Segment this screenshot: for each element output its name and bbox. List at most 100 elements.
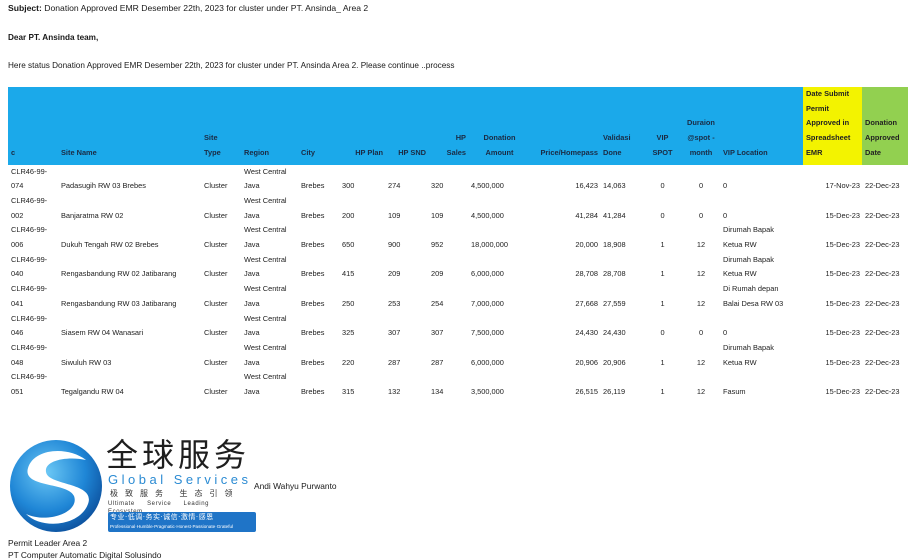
- cell-price-homepass: 16,423: [575, 181, 598, 191]
- cell-hp-plan: 250: [342, 298, 355, 308]
- cell-id: CLR46-99- 041: [11, 284, 48, 308]
- cell-duration: 12: [696, 357, 706, 367]
- table-row: CLR46-99- 006 Dukuh Tengah RW 02 Brebes Clu…: [8, 223, 908, 252]
- cell-site-type: Cluster: [204, 181, 228, 191]
- col-header-city: City: [298, 87, 339, 165]
- email-subject: Subject: Donation Approved EMR Desember …: [8, 3, 368, 13]
- cell-date-submit: 17-Nov-23: [825, 181, 860, 191]
- cell-donation-date: 22-Dec-23: [865, 240, 900, 250]
- cell-vip-spot: 0: [660, 328, 665, 338]
- cell-hp-plan: 315: [342, 387, 355, 397]
- cell-hp-snd: 274: [388, 181, 401, 191]
- cell-hp-sales: 134: [431, 387, 444, 397]
- cell-donation-amount: 4,500,000: [471, 181, 504, 191]
- cell-duration: 12: [696, 240, 706, 250]
- cell-donation-date: 22-Dec-23: [865, 181, 900, 191]
- cell-site-type: Cluster: [204, 298, 228, 308]
- col-header-validasi: Validasi Done: [600, 87, 643, 165]
- col-header-region: Region: [241, 87, 298, 165]
- cell-duration: 12: [696, 387, 706, 397]
- cell-donation-amount: 4,500,000: [471, 210, 504, 220]
- cell-hp-sales: 320: [431, 181, 444, 191]
- email-intro: Here status Donation Approved EMR Desemb…: [8, 61, 455, 70]
- email-greeting: Dear PT. Ansinda team,: [8, 33, 99, 42]
- cell-site-type: Cluster: [204, 357, 228, 367]
- cell-hp-snd: 253: [388, 298, 401, 308]
- cell-donation-date: 22-Dec-23: [865, 328, 900, 338]
- cell-validasi: 14,063: [603, 181, 626, 191]
- cell-hp-plan: 415: [342, 269, 355, 279]
- cell-validasi: 20,906: [603, 357, 626, 367]
- cell-hp-snd: 900: [388, 240, 401, 250]
- cell-site-type: Cluster: [204, 210, 228, 220]
- global-services-logo: 全球服务 Global Services 极致服务 生态引领 Ultimate …: [8, 436, 256, 532]
- cell-hp-plan: 300: [342, 181, 355, 191]
- cell-donation-date: 22-Dec-23: [865, 269, 900, 279]
- cell-site-name: Rengasbandung RW 03 Jatibarang: [61, 298, 177, 308]
- cell-vip-location: Dirumah Bapak Ketua RW: [723, 225, 774, 250]
- table-row: CLR46-99- 040 Rengasbandung RW 02 Jatibara…: [8, 253, 908, 282]
- cell-id: CLR46-99- 006: [11, 225, 48, 250]
- cell-site-name: Rengasbandung RW 02 Jatibarang: [61, 269, 177, 279]
- cell-region: West Central Java: [244, 313, 287, 338]
- table-row: CLR46-99- 002 Banjaratma RW 02 Cluster West …: [8, 194, 908, 223]
- subject-label: Subject:: [8, 3, 42, 13]
- cell-vip-spot: 0: [660, 181, 665, 191]
- cell-vip-spot: 1: [660, 357, 665, 367]
- cell-site-name: Padasugih RW 03 Brebes: [61, 181, 146, 191]
- cell-id: CLR46-99- 040: [11, 254, 48, 279]
- cell-site-type: Cluster: [204, 240, 228, 250]
- cell-id: CLR46-99- 046: [11, 313, 48, 338]
- table-row: CLR46-99- 051 Tegalgandu RW 04 Cluster West …: [8, 370, 908, 399]
- cell-hp-sales: 287: [431, 357, 444, 367]
- cell-hp-snd: 307: [388, 328, 401, 338]
- cell-city: Brebes: [301, 210, 325, 220]
- col-header-hp-sales: HP Sales: [428, 87, 468, 165]
- cell-site-type: Cluster: [204, 328, 228, 338]
- cell-hp-sales: 109: [431, 210, 444, 220]
- cell-date-submit: 15-Dec-23: [825, 240, 860, 250]
- cell-site-name: Siasem RW 04 Wanasari: [61, 328, 144, 338]
- cell-hp-sales: 209: [431, 269, 444, 279]
- cell-id: CLR46-99- 051: [11, 372, 48, 397]
- cell-vip-spot: 1: [660, 387, 665, 397]
- col-header-donation-amount: Donation Amount: [468, 87, 530, 165]
- cell-hp-plan: 200: [342, 210, 355, 220]
- cell-region: West Central Java: [244, 372, 287, 397]
- cell-vip-spot: 0: [660, 210, 665, 220]
- cell-city: Brebes: [301, 240, 325, 250]
- cell-price-homepass: 20,000: [575, 240, 598, 250]
- donation-table: c Site Name Site Type Region City HP Plan…: [8, 87, 908, 400]
- cell-validasi: 41,284: [603, 210, 626, 220]
- cell-date-submit: 15-Dec-23: [825, 269, 860, 279]
- cell-site-name: Banjaratma RW 02: [61, 210, 124, 220]
- cell-donation-amount: 7,000,000: [471, 298, 504, 308]
- cell-region: West Central Java: [244, 166, 287, 191]
- cell-donation-amount: 18,000,000: [471, 240, 508, 250]
- cell-donation-date: 22-Dec-23: [865, 210, 900, 220]
- cell-validasi: 27,559: [603, 298, 626, 308]
- table-row: CLR46-99- 046 Siasem RW 04 Wanasari Cluster…: [8, 312, 908, 341]
- cell-duration: 0: [698, 210, 704, 220]
- col-header-c: c: [8, 87, 58, 165]
- signer-role: Permit Leader Area 2: [8, 538, 88, 548]
- logo-band-en: Professional·Humble·Pragmatic·Honest·Pas…: [110, 524, 234, 529]
- cell-vip-location: Dirumah Bapak Ketua RW: [723, 342, 774, 367]
- cell-vip-spot: 1: [660, 298, 665, 308]
- cell-city: Brebes: [301, 328, 325, 338]
- cell-region: West Central Java: [244, 284, 287, 308]
- cell-hp-snd: 132: [388, 387, 401, 397]
- cell-donation-amount: 6,000,000: [471, 269, 504, 279]
- cell-date-submit: 15-Dec-23: [825, 210, 860, 220]
- cell-duration: 0: [698, 328, 704, 338]
- subject-text: Donation Approved EMR Desember 22th, 202…: [44, 3, 369, 13]
- cell-vip-spot: 1: [660, 240, 665, 250]
- cell-site-type: Cluster: [204, 387, 228, 397]
- col-header-hp-plan: HP Plan: [339, 87, 385, 165]
- cell-donation-date: 22-Dec-23: [865, 357, 900, 367]
- cell-date-submit: 15-Dec-23: [825, 357, 860, 367]
- cell-donation-date: 22-Dec-23: [865, 387, 900, 397]
- cell-price-homepass: 41,284: [575, 210, 598, 220]
- table-row: CLR46-99- 048 Siwuluh RW 03 Cluster West Cen…: [8, 341, 908, 370]
- cell-duration: 12: [696, 298, 706, 308]
